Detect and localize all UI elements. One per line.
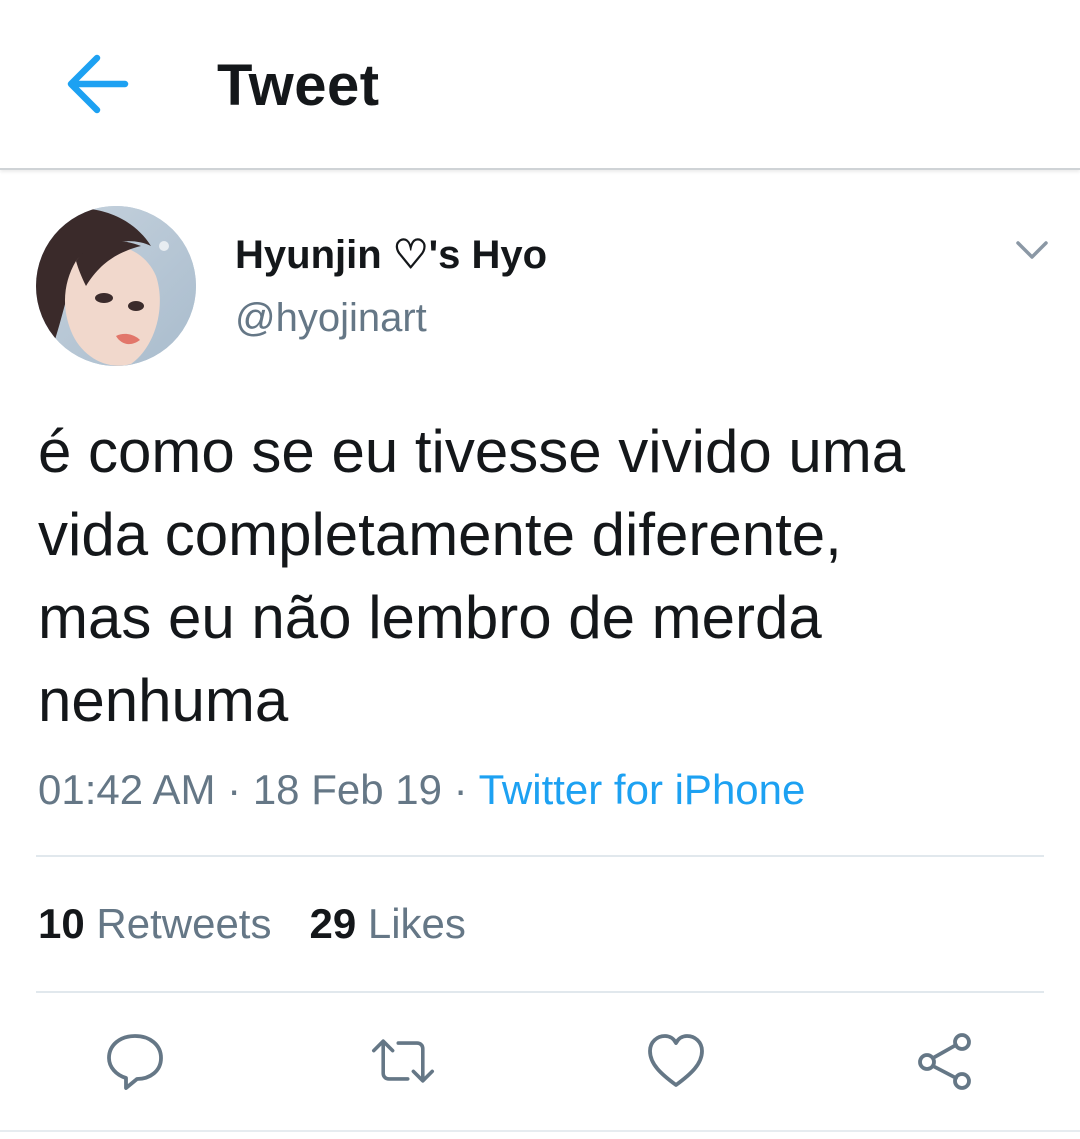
- heart-icon: [648, 1034, 704, 1087]
- likes-count: 29: [309, 900, 357, 947]
- like-button[interactable]: [643, 1028, 709, 1094]
- chevron-down-icon: [1016, 241, 1048, 259]
- tweet-metadata: 01:42 AM · 18 Feb 19 · Twitter for iPhon…: [38, 766, 805, 814]
- author-display-name[interactable]: Hyunjin ♡'s Hyo: [235, 232, 547, 278]
- back-button[interactable]: [56, 46, 138, 122]
- tweet-text-line: mas eu não lembro de merda: [38, 584, 822, 651]
- retweets-stat[interactable]: 10 Retweets: [38, 900, 271, 948]
- tweet-text-line: vida completamente diferente,: [38, 501, 842, 568]
- tweet-text-line: nenhuma: [38, 667, 289, 734]
- likes-stat[interactable]: 29 Likes: [309, 900, 465, 948]
- share-icon: [918, 1033, 971, 1090]
- arrow-left-icon: [67, 54, 129, 114]
- tweet-detail-screen: Tweet Hyunjin ♡'s Hyo @hyojinart é como …: [0, 0, 1080, 1139]
- bottom-divider: [0, 1130, 1080, 1132]
- tweet-stats: 10 Retweets 29 Likes: [38, 900, 466, 948]
- retweet-button[interactable]: [370, 1028, 436, 1094]
- likes-label: Likes: [367, 900, 466, 947]
- share-button[interactable]: [912, 1028, 978, 1094]
- tweet-text: é como se eu tivesse vivido uma vida com…: [38, 410, 1048, 742]
- more-options-button[interactable]: [1010, 232, 1054, 268]
- divider: [36, 855, 1044, 857]
- retweets-label: Retweets: [96, 900, 272, 947]
- avatar[interactable]: [36, 206, 196, 366]
- tweet-date: 18 Feb 19: [252, 766, 442, 813]
- reply-button[interactable]: [102, 1028, 168, 1094]
- tweet-time: 01:42 AM: [38, 766, 216, 813]
- retweet-icon: [371, 1039, 435, 1083]
- page-title: Tweet: [217, 53, 380, 118]
- tweet-source-link[interactable]: Twitter for iPhone: [479, 766, 806, 813]
- top-bar: Tweet: [0, 0, 1080, 170]
- divider: [36, 991, 1044, 993]
- tweet-text-line: é como se eu tivesse vivido uma: [38, 418, 906, 485]
- meta-separator: ·: [227, 766, 242, 813]
- retweets-count: 10: [38, 900, 85, 947]
- meta-separator: ·: [453, 766, 468, 813]
- reply-icon: [107, 1034, 163, 1090]
- author-handle[interactable]: @hyojinart: [235, 296, 427, 341]
- avatar-photo: [36, 206, 196, 366]
